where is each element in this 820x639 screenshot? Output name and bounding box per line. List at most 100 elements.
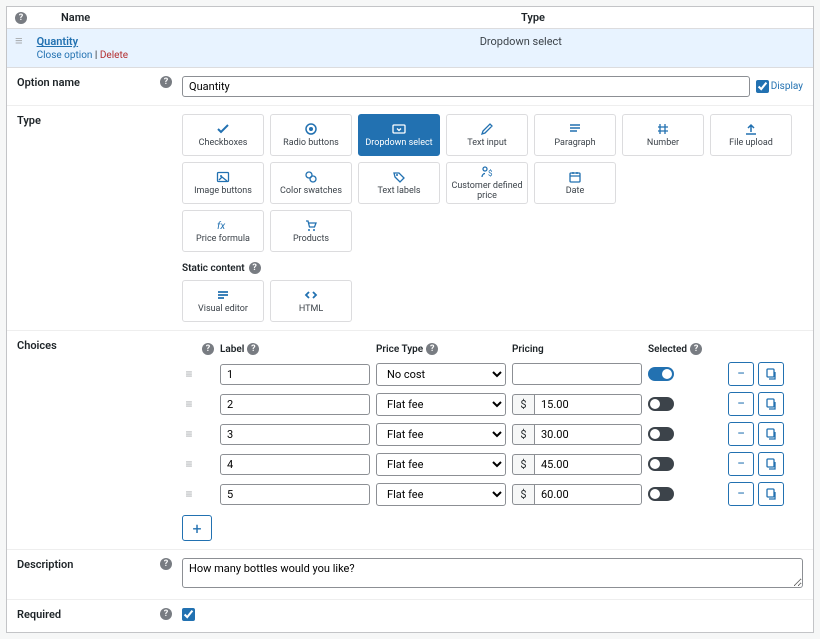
option-title-link[interactable]: Quantity	[37, 35, 79, 48]
type-option-number[interactable]: Number	[622, 114, 704, 156]
choice-selected-toggle[interactable]	[648, 427, 674, 441]
description-textarea[interactable]	[182, 558, 803, 588]
type-option-image-buttons[interactable]: Image buttons	[182, 162, 264, 204]
choice-selected-toggle[interactable]	[648, 457, 674, 471]
field-description: Description ?	[7, 550, 813, 600]
display-checkbox-wrap[interactable]: Display	[756, 80, 803, 93]
help-icon[interactable]: ?	[426, 343, 438, 355]
type-option-text-labels[interactable]: Text labels	[358, 162, 440, 204]
choice-label-input[interactable]	[220, 454, 370, 475]
cart-icon	[304, 218, 318, 232]
remove-choice-button[interactable]: −	[728, 482, 754, 506]
duplicate-choice-button[interactable]	[758, 452, 784, 476]
type-option-visual-editor[interactable]: Visual editor	[182, 280, 264, 322]
dropdown-icon	[392, 122, 406, 136]
help-icon[interactable]: ?	[160, 558, 172, 570]
help-icon[interactable]: ?	[249, 262, 261, 274]
type-option-date[interactable]: Date	[534, 162, 616, 204]
option-row: ≡ Quantity Close option | Delete Dropdow…	[7, 29, 813, 68]
type-option-price-formula[interactable]: Price formula	[182, 210, 264, 252]
type-option-products[interactable]: Products	[270, 210, 352, 252]
choice-price-input[interactable]	[534, 484, 642, 505]
drag-handle-icon[interactable]: ≡	[182, 457, 196, 471]
help-icon[interactable]: ?	[160, 608, 172, 620]
required-checkbox[interactable]	[182, 608, 195, 621]
type-option-paragraph[interactable]: Paragraph	[534, 114, 616, 156]
choice-selected-toggle[interactable]	[648, 367, 674, 381]
choice-price-input[interactable]	[534, 454, 642, 475]
help-icon[interactable]: ?	[690, 343, 702, 355]
drag-handle-icon[interactable]: ≡	[182, 487, 196, 501]
delete-option-link[interactable]: Delete	[100, 50, 128, 61]
choice-price-type-select[interactable]: No costFlat fee	[376, 423, 506, 446]
type-option-color-swatches[interactable]: Color swatches	[270, 162, 352, 204]
choice-price-type-select[interactable]: No costFlat fee	[376, 393, 506, 416]
choice-price-type-select[interactable]: No costFlat fee	[376, 483, 506, 506]
check-icon	[216, 122, 230, 136]
column-name: Name	[61, 11, 261, 24]
drag-handle-icon[interactable]: ≡	[15, 35, 23, 48]
choice-price-type-select[interactable]: No costFlat fee	[376, 363, 506, 386]
type-option-customer-defined-price[interactable]: Customer defined price	[446, 162, 528, 204]
choice-selected-toggle[interactable]	[648, 397, 674, 411]
remove-choice-button[interactable]: −	[728, 452, 754, 476]
remove-choice-button[interactable]: −	[728, 392, 754, 416]
add-choice-button[interactable]: +	[182, 515, 212, 541]
swatch-icon	[304, 170, 318, 184]
choice-row: ≡ No costFlat fee $ −	[182, 389, 803, 419]
fx-icon	[216, 218, 230, 232]
choice-price-empty	[512, 363, 642, 385]
person-dollar-icon	[480, 165, 494, 179]
column-type: Type	[261, 11, 805, 24]
drag-handle-icon[interactable]: ≡	[182, 427, 196, 441]
choice-row: ≡ No costFlat fee −	[182, 359, 803, 389]
type-option-text-input[interactable]: Text input	[446, 114, 528, 156]
required-label: Required	[17, 608, 61, 621]
duplicate-choice-button[interactable]	[758, 482, 784, 506]
choice-label-input[interactable]	[220, 394, 370, 415]
drag-handle-icon[interactable]: ≡	[182, 367, 196, 381]
help-icon[interactable]: ?	[247, 343, 259, 355]
type-option-html[interactable]: HTML	[270, 280, 352, 322]
duplicate-choice-button[interactable]	[758, 362, 784, 386]
choice-label-input[interactable]	[220, 484, 370, 505]
option-type-text: Dropdown select	[237, 35, 805, 48]
option-name-input[interactable]	[182, 76, 750, 97]
remove-choice-button[interactable]: −	[728, 422, 754, 446]
choice-price-type-select[interactable]: No costFlat fee	[376, 453, 506, 476]
type-option-checkboxes[interactable]: Checkboxes	[182, 114, 264, 156]
currency-prefix: $	[512, 484, 534, 505]
remove-choice-button[interactable]: −	[728, 362, 754, 386]
currency-prefix: $	[512, 394, 534, 415]
type-grid-static: Visual editorHTML	[182, 280, 803, 322]
type-option-file-upload[interactable]: File upload	[710, 114, 792, 156]
drag-handle-icon[interactable]: ≡	[182, 397, 196, 411]
duplicate-choice-button[interactable]	[758, 422, 784, 446]
type-option-dropdown-select[interactable]: Dropdown select	[358, 114, 440, 156]
duplicate-choice-button[interactable]	[758, 392, 784, 416]
description-label: Description	[17, 558, 73, 571]
option-name-label: Option name	[17, 76, 80, 89]
choice-label-input[interactable]	[220, 424, 370, 445]
row-actions: Close option | Delete	[37, 50, 237, 61]
close-option-link[interactable]: Close option	[37, 50, 93, 61]
display-label: Display	[771, 81, 803, 92]
tag-icon	[392, 170, 406, 184]
type-label: Type	[17, 114, 41, 127]
help-icon[interactable]: ?	[160, 76, 172, 88]
choice-price-input[interactable]	[534, 424, 642, 445]
static-content-heading: Static content?	[182, 262, 803, 274]
hash-icon	[656, 122, 670, 136]
display-checkbox[interactable]	[756, 80, 769, 93]
choices-label: Choices	[17, 339, 57, 352]
type-option-radio-buttons[interactable]: Radio buttons	[270, 114, 352, 156]
choice-row: ≡No costFlat fee$−	[182, 449, 803, 479]
choice-row: ≡ No costFlat fee $ −	[182, 479, 803, 509]
choice-price-input[interactable]	[534, 394, 642, 415]
choice-label-input[interactable]	[220, 364, 370, 385]
help-icon[interactable]: ?	[202, 343, 214, 355]
option-panel: ? Name Type ≡ Quantity Close option | De…	[6, 6, 814, 633]
choice-selected-toggle[interactable]	[648, 487, 674, 501]
type-grid-secondary: Price formulaProducts	[182, 210, 803, 252]
help-icon[interactable]: ?	[15, 12, 27, 24]
